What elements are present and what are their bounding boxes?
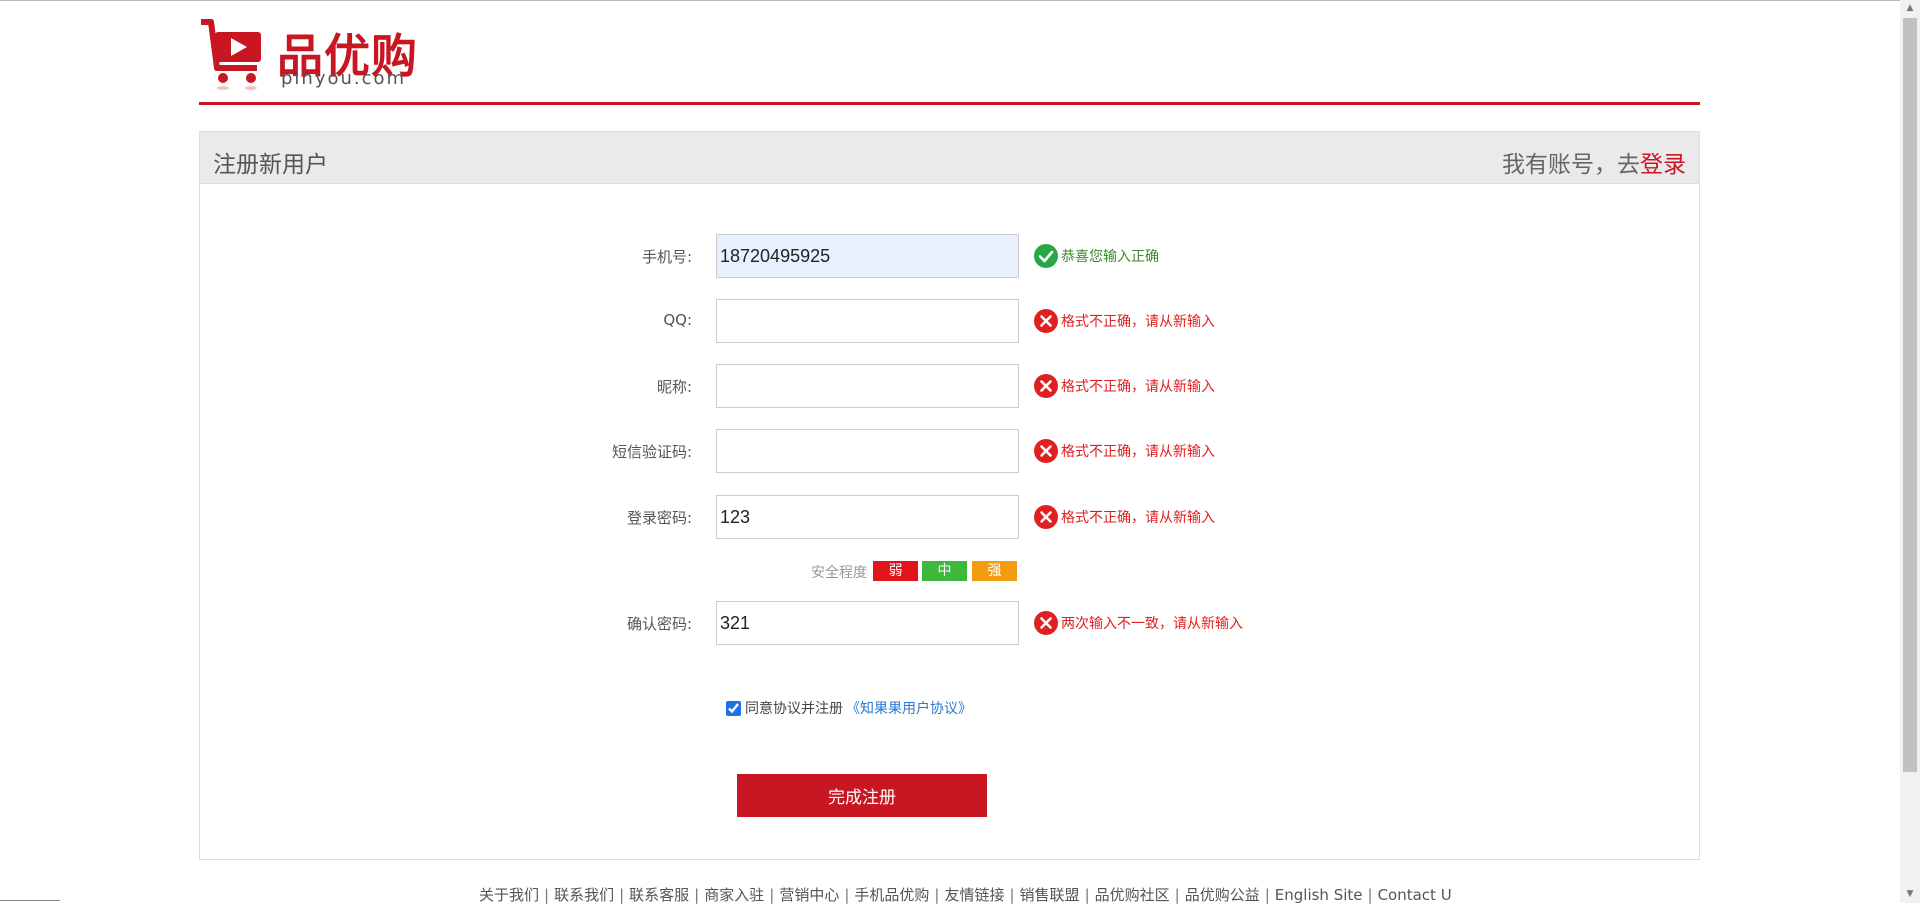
complete-register-button[interactable]: 完成注册 xyxy=(737,774,987,817)
sms-code-message: 格式不正确，请从新输入 xyxy=(1034,439,1215,463)
error-circle-icon xyxy=(1034,611,1058,635)
agree-text: 同意协议并注册 xyxy=(745,701,843,717)
footer-separator: | xyxy=(934,886,940,904)
strength-label: 安全程度 xyxy=(811,565,867,581)
qq-label: QQ: xyxy=(663,311,692,329)
sms-code-input[interactable] xyxy=(716,429,1019,473)
agreement-link[interactable]: 《知果果用户协议》 xyxy=(846,701,972,717)
footer-separator: | xyxy=(1174,886,1180,904)
footer-separator: | xyxy=(1264,886,1270,904)
password-message: 格式不正确，请从新输入 xyxy=(1034,505,1215,529)
qq-message: 格式不正确，请从新输入 xyxy=(1034,309,1215,333)
form-row-confirm-password: 确认密码: 两次输入不一致，请从新输入 xyxy=(200,601,1699,645)
error-circle-icon xyxy=(1034,309,1058,333)
confirm-password-input[interactable] xyxy=(716,601,1019,645)
header-divider xyxy=(199,102,1700,105)
scroll-thumb[interactable] xyxy=(1903,18,1917,772)
footer-separator: | xyxy=(1009,886,1015,904)
agreement-row: 同意协议并注册 《知果果用户协议》 xyxy=(726,698,972,718)
footer-link[interactable]: 销售联盟 xyxy=(1020,886,1080,904)
error-circle-icon xyxy=(1034,439,1058,463)
footer-link[interactable]: 友情链接 xyxy=(944,886,1004,904)
sms-code-message-text: 格式不正确，请从新输入 xyxy=(1061,444,1215,460)
logo-domain: pinyou.com xyxy=(281,68,407,89)
phone-message-text: 恭喜您输入正确 xyxy=(1061,249,1159,265)
bottom-edge-line xyxy=(0,900,60,901)
nickname-input[interactable] xyxy=(716,364,1019,408)
vertical-scrollbar[interactable]: ▲ ▼ xyxy=(1900,0,1920,903)
footer-links: 关于我们 | 联系我们 | 联系客服 | 商家入驻 | 营销中心 | 手机品优购 | 友情链接 | 销售联盟… xyxy=(479,884,1452,905)
password-strength: 安全程度 弱 中 强 xyxy=(200,561,1699,581)
confirm-password-message-text: 两次输入不一致，请从新输入 xyxy=(1061,616,1243,632)
register-panel: 注册新用户 我有账号，去登录 手机号: 恭喜您输入正确 QQ: 格式不正确，请从… xyxy=(199,131,1700,860)
footer-link[interactable]: Contact U xyxy=(1378,886,1452,904)
confirm-password-label: 确认密码: xyxy=(626,615,692,633)
footer-link[interactable]: 商家入驻 xyxy=(704,886,764,904)
password-label: 登录密码: xyxy=(626,509,692,527)
agree-checkbox[interactable] xyxy=(726,700,741,716)
footer-separator: | xyxy=(844,886,850,904)
footer-separator: | xyxy=(619,886,625,904)
scroll-down-arrow-icon[interactable]: ▼ xyxy=(1900,886,1920,903)
footer-link[interactable]: 营销中心 xyxy=(779,886,839,904)
footer-link[interactable]: 关于我们 xyxy=(479,886,539,904)
phone-input[interactable] xyxy=(716,234,1019,278)
login-prompt: 我有账号，去登录 xyxy=(1502,145,1686,179)
panel-header: 注册新用户 我有账号，去登录 xyxy=(200,132,1699,184)
strength-medium: 中 xyxy=(922,561,967,581)
strength-weak: 弱 xyxy=(873,561,918,581)
qq-input[interactable] xyxy=(716,299,1019,343)
nickname-label: 昵称: xyxy=(656,378,692,396)
footer-link[interactable]: English Site xyxy=(1275,886,1363,904)
footer-separator: | xyxy=(1084,886,1090,904)
password-input[interactable] xyxy=(716,495,1019,539)
check-circle-icon xyxy=(1034,244,1058,268)
footer-link[interactable]: 联系客服 xyxy=(629,886,689,904)
footer-separator: | xyxy=(769,886,775,904)
window-top-border xyxy=(0,0,1920,1)
strength-strong: 强 xyxy=(972,561,1017,581)
footer-link[interactable]: 手机品优购 xyxy=(854,886,929,904)
form-row-password: 登录密码: 格式不正确，请从新输入 xyxy=(200,495,1699,539)
form-row-phone: 手机号: 恭喜您输入正确 xyxy=(200,234,1699,278)
phone-message: 恭喜您输入正确 xyxy=(1034,244,1159,268)
form-row-sms-code: 短信验证码: 格式不正确，请从新输入 xyxy=(200,429,1699,473)
footer-separator: | xyxy=(1367,886,1373,904)
confirm-password-message: 两次输入不一致，请从新输入 xyxy=(1034,611,1243,635)
form-row-nickname: 昵称: 格式不正确，请从新输入 xyxy=(200,364,1699,408)
footer-link[interactable]: 联系我们 xyxy=(554,886,614,904)
page-title: 注册新用户 xyxy=(213,152,328,178)
login-prompt-text: 我有账号，去 xyxy=(1502,152,1640,178)
qq-message-text: 格式不正确，请从新输入 xyxy=(1061,314,1215,330)
site-logo[interactable]: 品优购 pinyou.com xyxy=(199,18,419,92)
sms-code-label: 短信验证码: xyxy=(611,443,692,461)
login-link[interactable]: 登录 xyxy=(1640,152,1686,178)
form-row-qq: QQ: 格式不正确，请从新输入 xyxy=(200,299,1699,343)
footer-link[interactable]: 品优购社区 xyxy=(1095,886,1170,904)
error-circle-icon xyxy=(1034,505,1058,529)
phone-label: 手机号: xyxy=(641,248,692,266)
nickname-message-text: 格式不正确，请从新输入 xyxy=(1061,379,1215,395)
password-message-text: 格式不正确，请从新输入 xyxy=(1061,510,1215,526)
error-circle-icon xyxy=(1034,374,1058,398)
shopping-cart-icon xyxy=(201,19,261,90)
footer-separator: | xyxy=(694,886,700,904)
footer-link[interactable]: 品优购公益 xyxy=(1185,886,1260,904)
nickname-message: 格式不正确，请从新输入 xyxy=(1034,374,1215,398)
scroll-up-arrow-icon[interactable]: ▲ xyxy=(1900,0,1920,17)
footer-separator: | xyxy=(544,886,550,904)
